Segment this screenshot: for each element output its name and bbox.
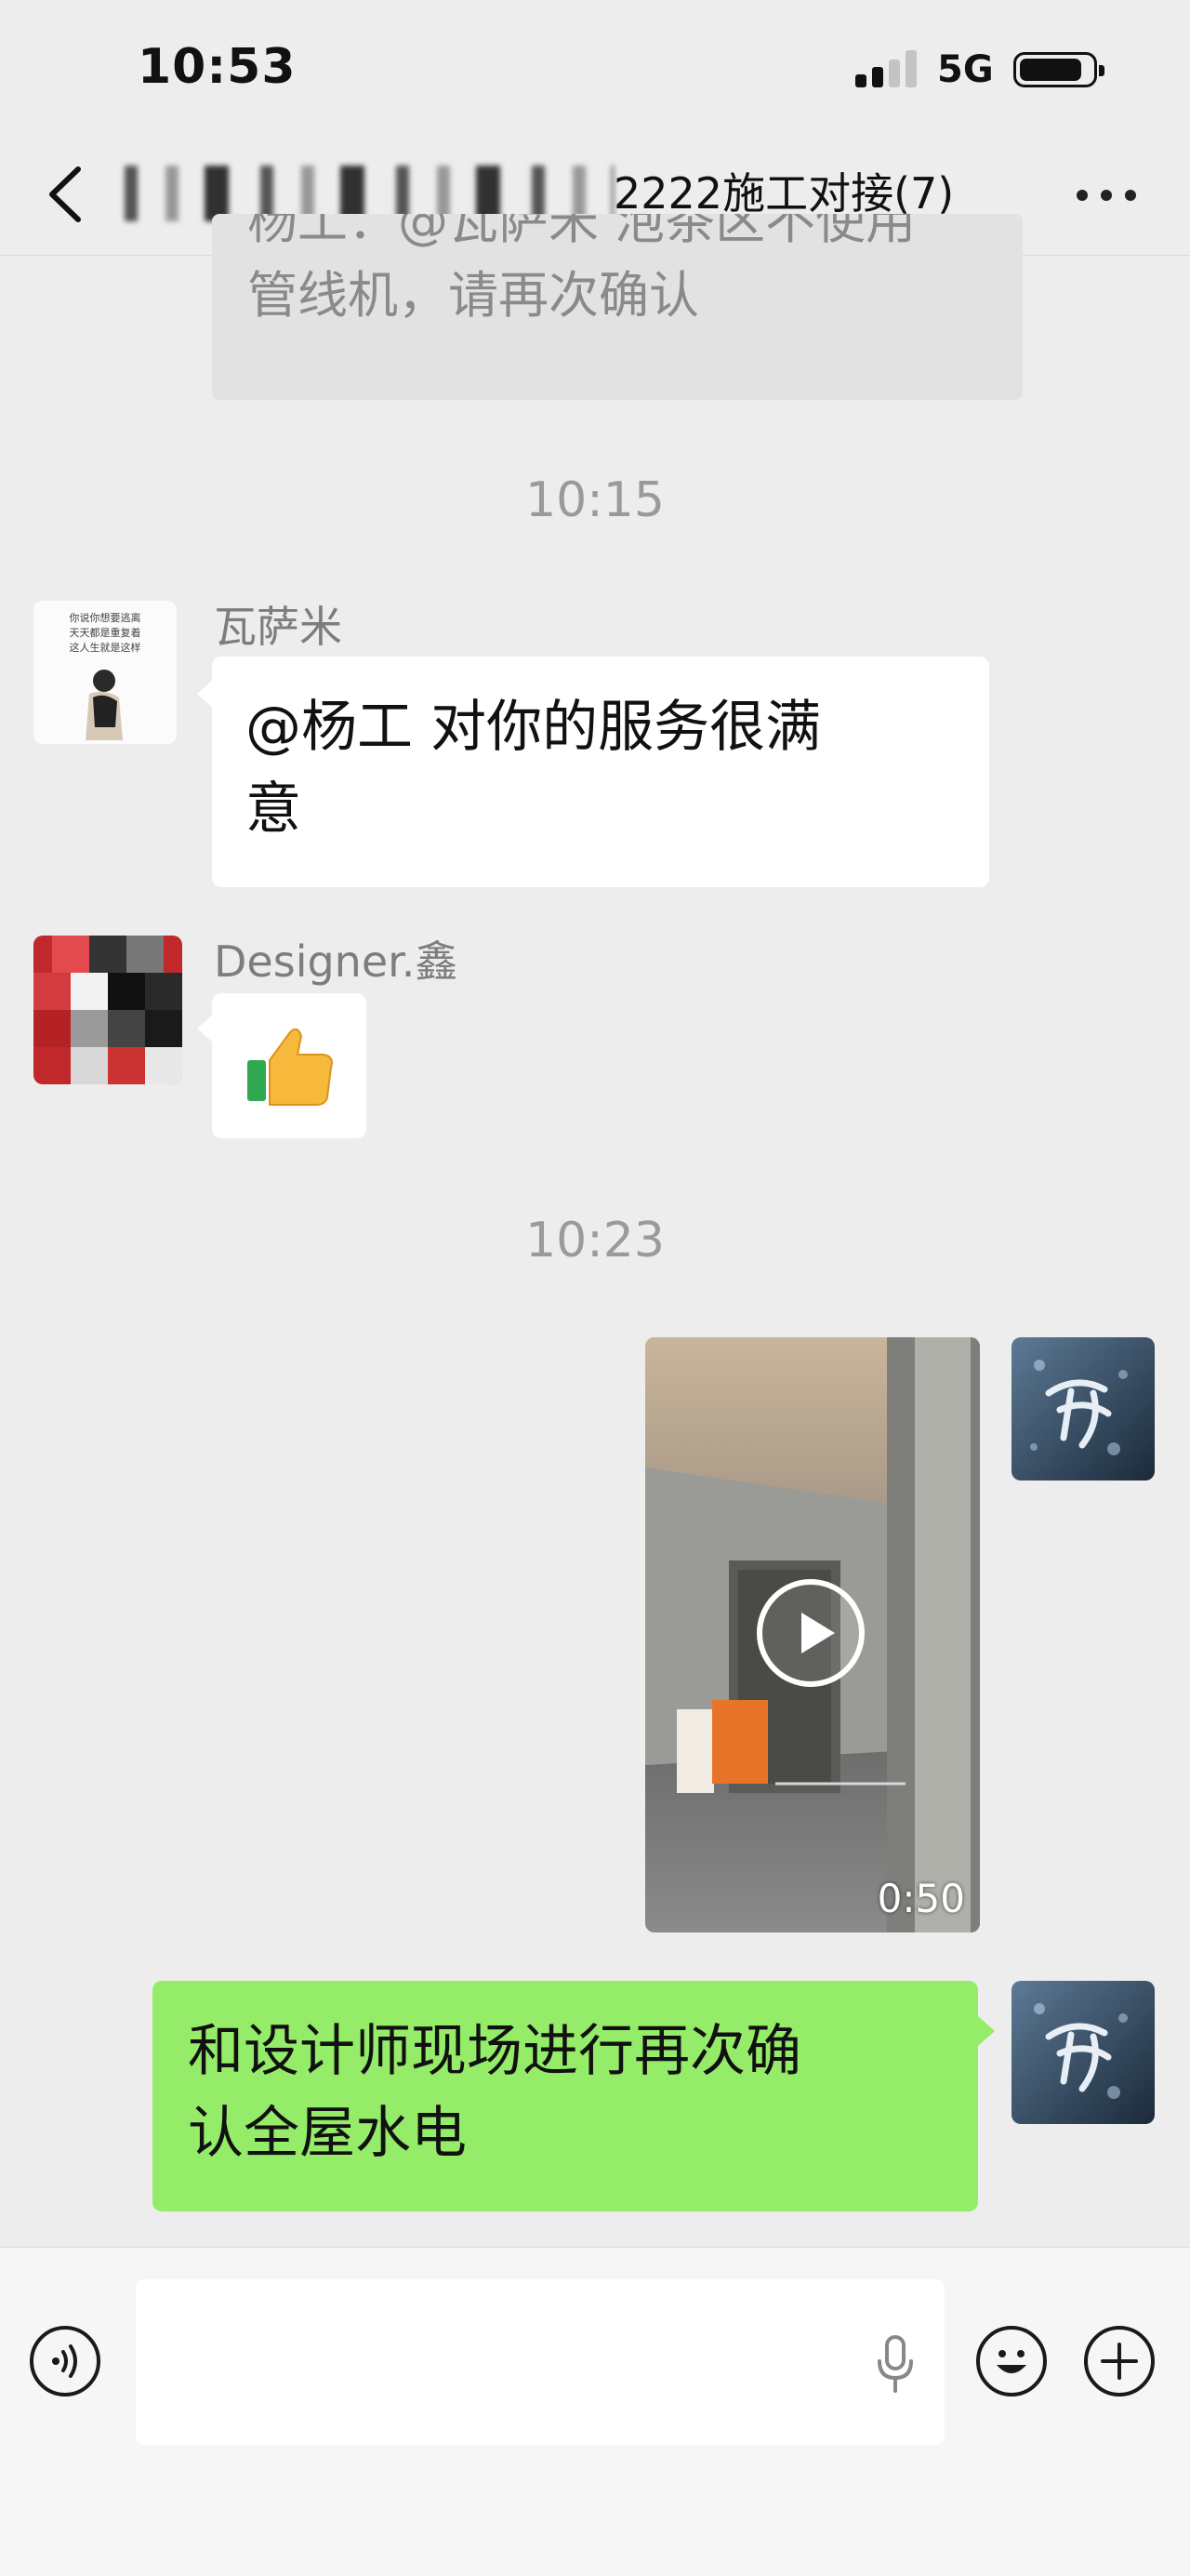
emoji-face-icon[interactable] — [976, 2326, 1047, 2397]
message-text: 和设计师现场进行再次确 — [188, 2019, 801, 2084]
bubble-tail — [978, 2016, 995, 2046]
message-timestamp: 10:23 — [525, 1213, 665, 1268]
status-time: 10:53 — [138, 39, 297, 95]
video-duration: 0:50 — [877, 1876, 965, 1921]
input-bar — [0, 2247, 1190, 2576]
message-timestamp: 10:15 — [525, 472, 665, 528]
back-chevron-icon[interactable] — [41, 162, 97, 227]
message-bubble[interactable]: @杨工 对你的服务很满 意 — [212, 657, 989, 887]
avatar-self[interactable] — [1012, 1337, 1155, 1481]
emoji-bubble[interactable] — [212, 993, 366, 1138]
redacted-title-blur — [93, 166, 614, 221]
plus-glyph — [1101, 2343, 1138, 2380]
avatar-image — [1012, 1981, 1155, 2124]
sender-name: Designer.鑫 — [214, 936, 458, 987]
avatar-image — [33, 936, 182, 1084]
voice-toggle-icon[interactable] — [30, 2326, 100, 2397]
avatar-image — [1012, 1337, 1155, 1481]
microphone-icon[interactable] — [872, 2333, 919, 2398]
avatar-designer[interactable] — [33, 936, 182, 1084]
sender-name: 瓦萨米 — [214, 602, 342, 652]
quoted-message-line: 杨工：@瓦萨米 泡茶区不使用 — [247, 214, 917, 250]
avatar-caption: 你说你想要逃离 — [70, 611, 141, 624]
quoted-message-line: 管线机，请再次确认 — [247, 266, 699, 325]
message-text: 意 — [245, 777, 301, 842]
message-input[interactable] — [136, 2279, 945, 2445]
network-type: 5G — [937, 48, 994, 91]
message-bubble[interactable]: 和设计师现场进行再次确 认全屋水电 — [152, 1981, 978, 2211]
more-dots-icon[interactable] — [1077, 186, 1136, 205]
avatar-caption: 天天都是重复着 — [70, 626, 141, 639]
quoted-message[interactable]: 杨工：@瓦萨米 泡茶区不使用 管线机，请再次确认 — [212, 214, 1023, 400]
message-text: @杨工 对你的服务很满 — [245, 695, 822, 760]
video-message[interactable]: 0:50 — [645, 1337, 980, 1932]
message-text: 认全屋水电 — [188, 2101, 467, 2166]
battery-icon — [1013, 52, 1104, 87]
avatar-self[interactable] — [1012, 1981, 1155, 2124]
status-bar: 10:53 5G — [0, 0, 1190, 139]
plus-icon[interactable] — [1084, 2326, 1155, 2397]
avatar-image: 你说你想要逃离 天天都是重复着 这人生就是这样 — [33, 601, 177, 744]
voice-waves — [52, 2344, 77, 2378]
avatar-wasami[interactable]: 你说你想要逃离 天天都是重复着 这人生就是这样 — [33, 601, 177, 744]
thumbs-up-icon — [247, 1028, 333, 1106]
signal-strength-icon — [855, 50, 920, 87]
play-icon[interactable] — [757, 1579, 865, 1687]
emoji-face-glyph — [997, 2350, 1026, 2373]
avatar-caption: 这人生就是这样 — [70, 641, 141, 654]
